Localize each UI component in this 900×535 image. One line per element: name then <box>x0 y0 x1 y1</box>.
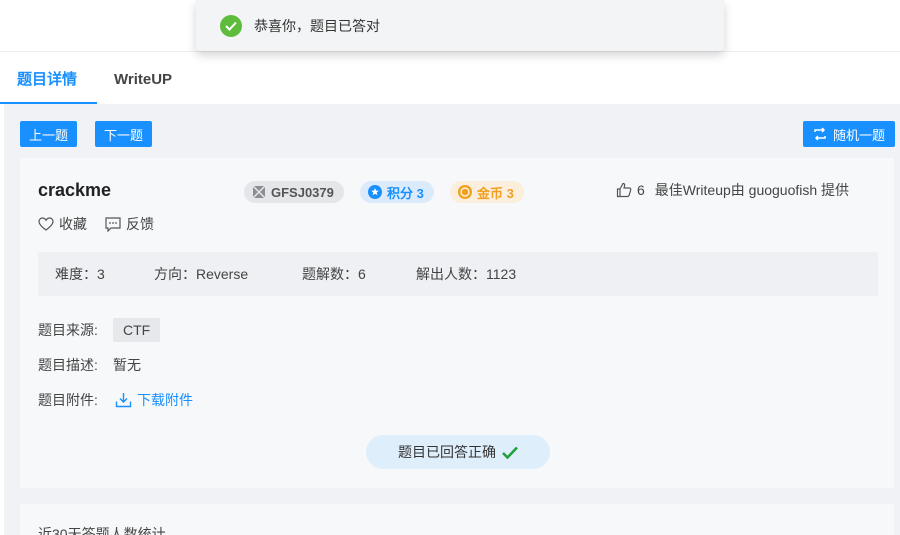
direction-stat: 方向：Reverse <box>154 266 249 282</box>
stats-bar: 难度：3 方向：Reverse 题解数：6 解出人数：1123 <box>38 252 878 296</box>
next-button[interactable]: 下一题 <box>95 121 152 147</box>
shuffle-icon <box>814 127 826 141</box>
tab-bar: 题目详情 WriteUP <box>0 52 900 104</box>
recent-stats-card: 近30天答题人数统计 <box>20 504 894 535</box>
tab-writeup[interactable]: WriteUP <box>97 52 189 104</box>
likes-area: 6 最佳Writeup由 guoguofish 提供 <box>616 180 849 200</box>
description-text: 暂无 <box>113 357 141 373</box>
challenge-actions: 收藏 反馈 <box>38 214 172 234</box>
favorite-button[interactable]: 收藏 <box>38 214 87 234</box>
feedback-button[interactable]: 反馈 <box>105 214 154 234</box>
checkmark-icon <box>502 446 518 459</box>
thumbs-up-icon[interactable] <box>616 182 632 198</box>
random-button[interactable]: 随机一题 <box>803 121 895 147</box>
source-row: 题目来源: CTF <box>38 318 161 342</box>
check-circle-icon <box>220 14 242 37</box>
likes-count: 6 <box>637 182 645 198</box>
source-tag: CTF <box>113 318 161 342</box>
description-row: 题目描述: 暂无 <box>38 355 141 375</box>
prev-button[interactable]: 上一题 <box>20 121 77 147</box>
toast-message: 恭喜你，题目已答对 <box>254 17 380 34</box>
main-content: 上一题 下一题 随机一题 crackme GFSJ0379 积分 3 金币 3 <box>4 104 900 535</box>
solutions-stat: 题解数：6 <box>302 266 366 282</box>
star-icon <box>368 185 382 199</box>
score-badge: 积分 3 <box>360 181 434 203</box>
recent-stats-title: 近30天答题人数统计 <box>38 526 166 535</box>
attachment-row: 题目附件: 下载附件 <box>38 390 193 410</box>
download-icon <box>115 393 132 408</box>
challenge-title: crackme <box>38 180 112 200</box>
description-label: 题目描述: <box>38 357 98 373</box>
download-link[interactable]: 下载附件 <box>115 390 193 410</box>
feedback-icon <box>105 216 121 232</box>
best-writeup-text[interactable]: 最佳Writeup由 guoguofish 提供 <box>655 180 849 200</box>
coin-badge: 金币 3 <box>450 181 524 203</box>
challenge-id-icon <box>252 185 266 199</box>
challenge-card: crackme GFSJ0379 积分 3 金币 3 6 最佳Writeup由 … <box>20 158 894 488</box>
heart-icon <box>38 217 54 231</box>
difficulty-stat: 难度：3 <box>55 266 105 282</box>
challenge-id-badge: GFSJ0379 <box>244 181 344 203</box>
source-label: 题目来源: <box>38 322 98 338</box>
success-toast: 恭喜你，题目已答对 <box>196 0 724 51</box>
attachment-label: 题目附件: <box>38 392 98 408</box>
random-button-label: 随机一题 <box>832 127 885 143</box>
solvers-stat: 解出人数：1123 <box>416 266 517 282</box>
coin-icon <box>458 185 472 199</box>
answered-status: 题目已回答正确 <box>366 435 550 469</box>
tab-details[interactable]: 题目详情 <box>0 52 97 104</box>
